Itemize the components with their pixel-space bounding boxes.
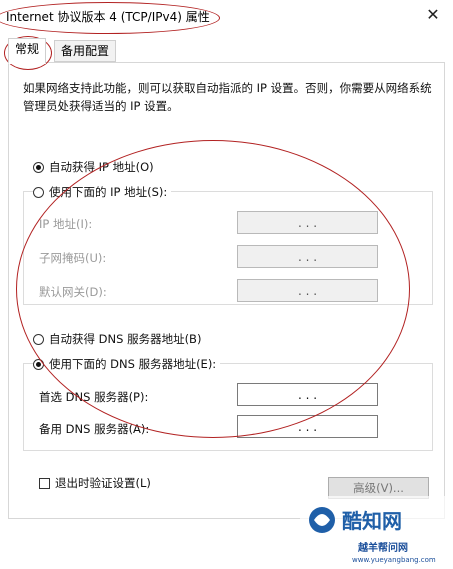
- ip-address-label: IP 地址(I):: [39, 217, 93, 231]
- alternate-dns-value: . . .: [297, 419, 318, 434]
- auto-ip-option[interactable]: 自动获得 IP 地址(O): [33, 159, 154, 175]
- manual-dns-option[interactable]: 使用下面的 DNS 服务器地址(E):: [33, 356, 221, 372]
- manual-ip-radio[interactable]: [33, 186, 44, 198]
- preferred-dns-input[interactable]: . . .: [237, 383, 378, 406]
- tab-general[interactable]: 常规: [8, 38, 47, 64]
- auto-dns-radio[interactable]: [33, 333, 44, 345]
- ip-address-input[interactable]: . . .: [237, 211, 378, 234]
- preferred-dns-label: 首选 DNS 服务器(P):: [39, 390, 149, 404]
- preferred-dns-value: . . .: [297, 387, 318, 402]
- subnet-mask-input[interactable]: . . .: [237, 245, 378, 268]
- alternate-dns-label: 备用 DNS 服务器(A):: [39, 422, 150, 436]
- validate-on-exit-option[interactable]: 退出时验证设置(L): [39, 475, 151, 491]
- general-tab-panel: 如果网络支持此功能，则可以获取自动指派的 IP 设置。否则，你需要从网络系统管理…: [8, 62, 445, 519]
- window-title: Internet 协议版本 4 (TCP/IPv4) 属性: [6, 10, 210, 24]
- validate-on-exit-checkbox[interactable]: [39, 477, 50, 489]
- manual-dns-label: 使用下面的 DNS 服务器地址(E):: [49, 357, 217, 371]
- subnet-mask-value: . . .: [297, 249, 318, 264]
- watermark-site-url: www.yueyangbang.com: [352, 556, 436, 564]
- subnet-mask-label: 子网掩码(U):: [39, 251, 107, 265]
- auto-ip-radio[interactable]: [33, 161, 44, 173]
- watermark-logo: 酷知网 越羊帮问网 www.yueyangbang.com: [300, 496, 453, 566]
- watermark: 酷知网 越羊帮问网 www.yueyangbang.com: [300, 496, 453, 566]
- manual-dns-radio[interactable]: [33, 358, 44, 370]
- watermark-site-name: 越羊帮问网: [357, 541, 408, 554]
- close-icon[interactable]: ✕: [419, 4, 447, 26]
- default-gateway-input[interactable]: . . .: [237, 279, 378, 302]
- tab-alternate-config[interactable]: 备用配置: [54, 40, 117, 62]
- default-gateway-label: 默认网关(D):: [39, 285, 107, 299]
- default-gateway-value: . . .: [297, 283, 318, 298]
- watermark-brand: 酷知网: [342, 509, 402, 533]
- manual-ip-label: 使用下面的 IP 地址(S):: [49, 185, 168, 199]
- auto-ip-label: 自动获得 IP 地址(O): [49, 160, 154, 174]
- tab-bar: 常规 备用配置: [0, 38, 453, 64]
- auto-dns-label: 自动获得 DNS 服务器地址(B): [49, 332, 202, 346]
- alternate-dns-input[interactable]: . . .: [237, 415, 378, 438]
- manual-ip-option[interactable]: 使用下面的 IP 地址(S):: [33, 184, 172, 200]
- title-bar: Internet 协议版本 4 (TCP/IPv4) 属性 ✕: [0, 0, 453, 32]
- ip-address-value: . . .: [297, 215, 318, 230]
- description-text: 如果网络支持此功能，则可以获取自动指派的 IP 设置。否则，你需要从网络系统管理…: [23, 81, 432, 113]
- auto-dns-option[interactable]: 自动获得 DNS 服务器地址(B): [33, 331, 201, 347]
- validate-on-exit-label: 退出时验证设置(L): [55, 476, 151, 490]
